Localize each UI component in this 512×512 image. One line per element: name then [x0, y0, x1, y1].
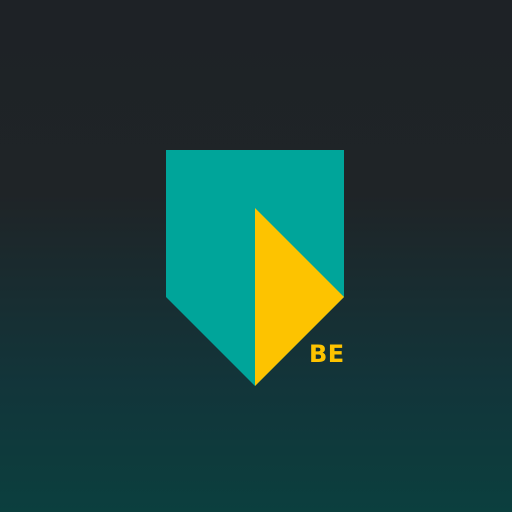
- app-icon-background: BE: [0, 0, 512, 512]
- bank-logo: [166, 150, 344, 386]
- region-label-be: BE: [309, 340, 345, 368]
